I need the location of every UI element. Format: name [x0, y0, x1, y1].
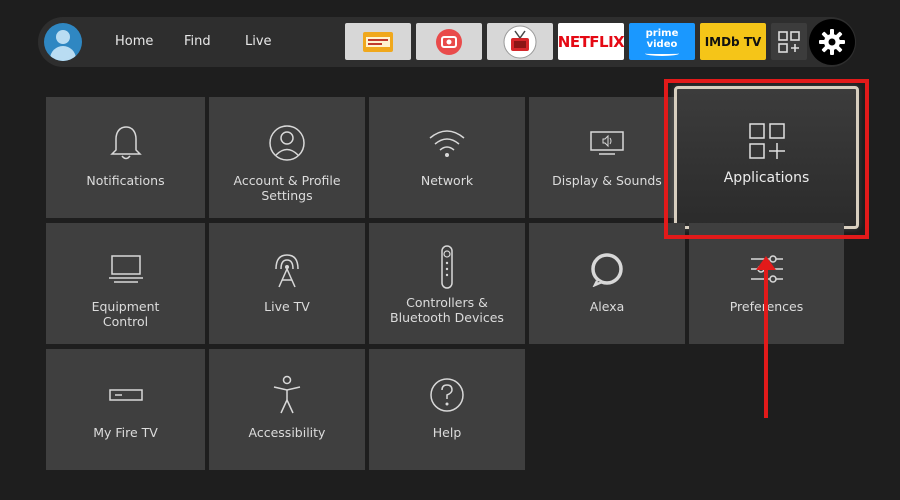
tile-live-tv[interactable]: Live TV [209, 223, 365, 344]
netflix-logo: NETFLIX [558, 32, 624, 51]
tile-label: Controllers & Bluetooth Devices [390, 295, 504, 325]
tile-accessibility[interactable]: Accessibility [209, 349, 365, 470]
equipment-tv-icon [108, 255, 143, 283]
accessibility-icon [273, 375, 301, 414]
help-icon [430, 378, 464, 412]
prime-video-logo: prime video [645, 27, 679, 50]
netflix-app[interactable]: NETFLIX [558, 23, 624, 60]
tile-controllers-bluetooth[interactable]: Controllers & Bluetooth Devices [369, 223, 525, 344]
tile-label: Account & Profile Settings [233, 173, 341, 203]
screen-recorder-app[interactable] [416, 23, 482, 60]
bell-icon [109, 126, 142, 160]
tile-label: Display & Sounds [552, 173, 662, 188]
tile-notifications[interactable]: Notifications [46, 97, 205, 218]
cinema-hd-icon [363, 31, 393, 52]
tile-help[interactable]: Help [369, 349, 525, 470]
annotation-arrow-shaft [764, 264, 768, 418]
prime-smile-icon [645, 51, 679, 56]
red-tv-icon [503, 25, 537, 58]
tile-alexa[interactable]: Alexa [529, 223, 685, 344]
settings-button[interactable] [809, 19, 855, 65]
remote-icon [441, 245, 453, 289]
app-grid-plus-icon [778, 30, 800, 53]
top-nav-bar: Home Find Live NETFLIX prime video IMDb … [38, 17, 856, 67]
profile-avatar[interactable] [44, 23, 82, 61]
camera-record-icon [436, 28, 462, 55]
tile-display-sounds[interactable]: Display & Sounds [529, 97, 685, 218]
prime-video-app[interactable]: prime video [629, 23, 695, 60]
wifi-icon [429, 130, 465, 157]
annotation-highlight-box [664, 79, 869, 239]
alexa-icon [591, 253, 623, 287]
tile-label: Live TV [264, 299, 310, 314]
imdb-tv-app[interactable]: IMDb TV [700, 23, 766, 60]
tile-label: Network [420, 173, 474, 188]
tile-label: Alexa [589, 299, 625, 314]
fire-tv-device-icon [108, 389, 143, 401]
tile-my-fire-tv[interactable]: My Fire TV [46, 349, 205, 470]
tile-label: Equipment Control [91, 299, 160, 329]
tile-account-profile-settings[interactable]: Account & Profile Settings [209, 97, 365, 218]
cinema-hd-app[interactable] [345, 23, 411, 60]
app-library-button[interactable] [771, 23, 807, 60]
fire-tv-settings-screen: Home Find Live NETFLIX prime video IMDb … [0, 0, 900, 500]
imdb-tv-logo: IMDb TV [704, 34, 762, 49]
display-sound-icon [590, 131, 624, 155]
antenna-icon [275, 254, 299, 288]
tile-label: My Fire TV [93, 425, 158, 440]
nav-find[interactable]: Find [184, 34, 211, 49]
tile-label: Accessibility [248, 425, 326, 440]
nav-live[interactable]: Live [245, 34, 272, 49]
profile-icon [269, 125, 305, 161]
tile-label: Help [432, 425, 462, 440]
nav-home[interactable]: Home [115, 34, 153, 49]
tile-equipment-control[interactable]: Equipment Control [46, 223, 205, 344]
gear-icon [819, 29, 845, 55]
tile-network[interactable]: Network [369, 97, 525, 218]
tile-label: Notifications [86, 173, 165, 188]
red-tv-app[interactable] [487, 23, 553, 60]
